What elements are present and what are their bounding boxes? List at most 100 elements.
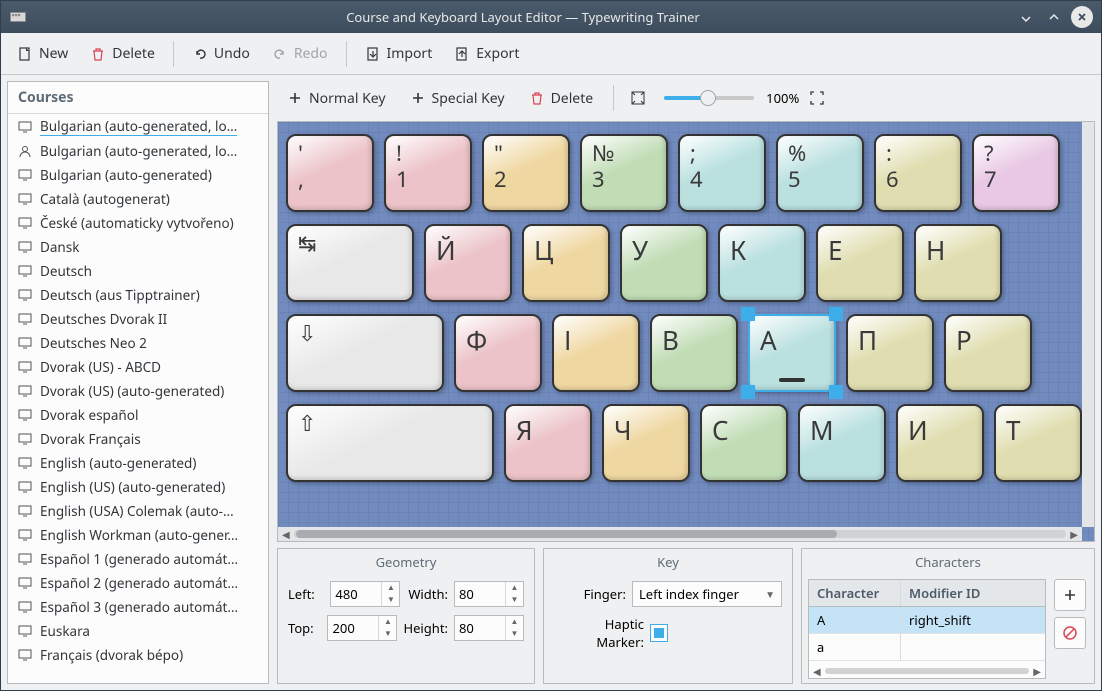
keyboard-key[interactable]: В xyxy=(650,314,738,392)
width-input[interactable]: ▲▼ xyxy=(454,581,524,607)
keyboard-canvas[interactable]: ',!1"2№3;4%5:6?7 ↹ЙЦУКЕН ⇩ФІВАПР ⇧ЯЧСМИТ ◀ … xyxy=(277,121,1095,542)
delete-button[interactable]: Delete xyxy=(80,38,165,69)
vertical-scrollbar[interactable] xyxy=(1082,122,1094,527)
sidebar-item[interactable]: Deutsch (aus Tipptrainer) xyxy=(8,283,268,307)
keyboard-key[interactable]: С xyxy=(700,404,788,482)
monitor-icon xyxy=(18,552,32,566)
zoom-label: 100% xyxy=(766,89,799,107)
import-button[interactable]: Import xyxy=(355,38,443,69)
sidebar-item[interactable]: English (auto-generated) xyxy=(8,451,268,475)
keyboard-key[interactable]: Я xyxy=(504,404,592,482)
sidebar-item[interactable]: Dvorak (US) - ABCD xyxy=(8,355,268,379)
export-icon xyxy=(454,46,470,62)
add-character-button[interactable] xyxy=(1054,579,1086,611)
trash-icon xyxy=(529,90,545,106)
sidebar-item[interactable]: Català (autogenerat) xyxy=(8,187,268,211)
keyboard-key[interactable]: Й xyxy=(424,224,512,302)
keyboard-key[interactable]: П xyxy=(846,314,934,392)
sidebar-item[interactable]: Bulgarian (auto-generated, lo… xyxy=(8,114,268,139)
fullscreen-icon xyxy=(809,90,825,106)
redo-button[interactable]: Redo xyxy=(262,38,338,69)
zoom-full-button[interactable] xyxy=(803,84,831,112)
keyboard-key[interactable]: ↹ xyxy=(286,224,414,302)
keyboard-key[interactable]: ', xyxy=(286,134,374,212)
keyboard-key[interactable]: ?7 xyxy=(972,134,1060,212)
table-row[interactable]: а xyxy=(809,634,1045,661)
finger-select[interactable]: Left index finger ▼ xyxy=(632,581,782,607)
plus-icon xyxy=(410,90,426,106)
keyboard-key[interactable]: Ч xyxy=(602,404,690,482)
keyboard-key[interactable]: Е xyxy=(816,224,904,302)
height-input[interactable]: ▲▼ xyxy=(454,615,524,641)
normal-key-button[interactable]: Normal Key xyxy=(277,83,396,114)
keyboard-key[interactable]: ⇩ xyxy=(286,314,444,392)
sidebar-item[interactable]: Deutsches Neo 2 xyxy=(8,331,268,355)
keyboard-key[interactable]: Р xyxy=(944,314,1032,392)
keyboard-key[interactable]: №3 xyxy=(580,134,668,212)
keyboard-key[interactable]: М xyxy=(798,404,886,482)
special-key-button[interactable]: Special Key xyxy=(400,83,515,114)
sidebar-item[interactable]: Bulgarian (auto-generated, lo… xyxy=(8,139,268,163)
undo-button[interactable]: Undo xyxy=(182,38,260,69)
keyboard-key[interactable]: :6 xyxy=(874,134,962,212)
maximize-button[interactable] xyxy=(1043,6,1065,28)
keyboard-key[interactable]: ;4 xyxy=(678,134,766,212)
sidebar-item[interactable]: Dvorak Français xyxy=(8,427,268,451)
sidebar-title: Courses xyxy=(8,82,268,114)
keyboard-key[interactable]: Ц xyxy=(522,224,610,302)
sidebar-item[interactable]: English Workman (auto-gener… xyxy=(8,523,268,547)
minimize-button[interactable] xyxy=(1015,6,1037,28)
keyboard-key[interactable]: Н xyxy=(914,224,1002,302)
haptic-checkbox[interactable] xyxy=(650,624,668,642)
monitor-icon xyxy=(18,192,32,206)
sidebar-item[interactable]: English (USA) Colemak (auto-… xyxy=(8,499,268,523)
export-button[interactable]: Export xyxy=(444,38,529,69)
table-row[interactable]: Aright_shift xyxy=(809,607,1045,634)
sidebar-item[interactable]: Dvorak (US) (auto-generated) xyxy=(8,379,268,403)
keyboard-key[interactable]: И xyxy=(896,404,984,482)
monitor-icon xyxy=(18,456,32,470)
keyboard-key[interactable]: А xyxy=(748,314,836,392)
keyboard-key[interactable]: І xyxy=(552,314,640,392)
sidebar-item[interactable]: Español 1 (generado automát… xyxy=(8,547,268,571)
title-bar: Course and Keyboard Layout Editor — Type… xyxy=(1,1,1101,33)
sidebar-item[interactable]: Euskara xyxy=(8,619,268,643)
keyboard-key[interactable]: "2 xyxy=(482,134,570,212)
top-input[interactable]: ▲▼ xyxy=(327,615,397,641)
sidebar-item[interactable]: Dvorak español xyxy=(8,403,268,427)
zoom-fit-button[interactable] xyxy=(624,84,652,112)
characters-table[interactable]: Character Modifier ID Aright_shiftа ◀▶ xyxy=(808,579,1046,679)
left-input[interactable]: ▲▼ xyxy=(330,581,400,607)
trash-icon xyxy=(90,46,106,62)
sidebar-item[interactable]: Dansk xyxy=(8,235,268,259)
remove-character-button[interactable] xyxy=(1054,617,1086,649)
course-list[interactable]: Bulgarian (auto-generated, lo…Bulgarian … xyxy=(8,114,268,683)
keyboard-key[interactable]: !1 xyxy=(384,134,472,212)
keyboard-key[interactable]: Ф xyxy=(454,314,542,392)
keyboard-key[interactable]: Т xyxy=(994,404,1082,482)
close-button[interactable] xyxy=(1071,6,1093,28)
sidebar-item[interactable]: Deutsch xyxy=(8,259,268,283)
monitor-icon xyxy=(18,312,32,326)
monitor-icon xyxy=(18,384,32,398)
keyboard-key[interactable]: У xyxy=(620,224,708,302)
delete-key-button[interactable]: Delete xyxy=(519,83,604,114)
sidebar-item[interactable]: Deutsches Dvorak II xyxy=(8,307,268,331)
horizontal-scrollbar[interactable]: ◀ ▶ xyxy=(278,527,1082,541)
sidebar-item[interactable]: Español 3 (generado automát… xyxy=(8,595,268,619)
monitor-icon xyxy=(18,120,32,134)
sidebar-item[interactable]: English (US) (auto-generated) xyxy=(8,475,268,499)
zoom-slider[interactable] xyxy=(664,96,754,100)
new-button[interactable]: New xyxy=(7,38,78,69)
sidebar-item[interactable]: Español 2 (generado automát… xyxy=(8,571,268,595)
keyboard-key[interactable]: К xyxy=(718,224,806,302)
monitor-icon xyxy=(18,264,32,278)
sidebar-item[interactable]: Bulgarian (auto-generated) xyxy=(8,163,268,187)
keyboard-key[interactable]: ⇧ xyxy=(286,404,494,482)
monitor-icon xyxy=(18,576,32,590)
undo-icon xyxy=(192,46,208,62)
sidebar-item[interactable]: České (automaticky vytvořeno) xyxy=(8,211,268,235)
sidebar-item[interactable]: Français (dvorak bépo) xyxy=(8,643,268,667)
keyboard-key[interactable]: %5 xyxy=(776,134,864,212)
plus-icon xyxy=(287,90,303,106)
